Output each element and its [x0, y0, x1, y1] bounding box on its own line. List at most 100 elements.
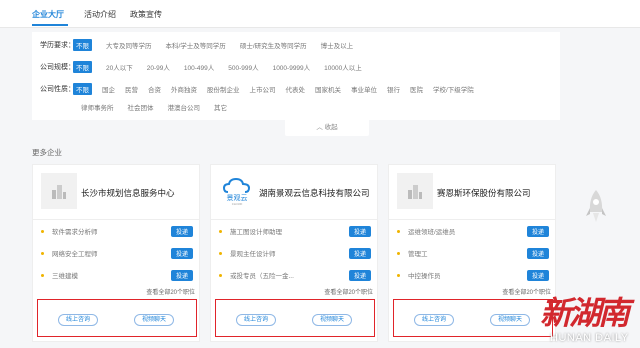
- contact-actions-highlight: 线上咨询 视频聊天: [215, 299, 375, 337]
- contact-actions-highlight: 线上咨询 视频聊天: [393, 299, 553, 337]
- bullet-icon: [397, 273, 400, 277]
- video-chat-button[interactable]: 视频聊天: [490, 314, 531, 326]
- filter-option[interactable]: 不限: [73, 39, 92, 51]
- bullet-icon: [41, 229, 44, 233]
- top-nav: 企业大厅 活动介绍 政策宣传: [0, 0, 640, 28]
- building-icon: [52, 185, 66, 199]
- job-item: 网络安全工程师 投递: [41, 247, 193, 259]
- company-card[interactable]: 赛恩斯环保股份有限公司 运维领班/运维员 投递 管理工 投递 中控操作员 投递 查看全…: [388, 164, 556, 342]
- filter-option[interactable]: 500-999人: [228, 62, 258, 72]
- job-title[interactable]: 三维建模: [52, 270, 171, 280]
- job-item: 景观主任设计师 投递: [219, 247, 371, 259]
- view-all-jobs-link[interactable]: 查看全部20个职位: [324, 287, 373, 296]
- filter-option[interactable]: 100-499人: [184, 62, 214, 72]
- filter-option[interactable]: 1000-9999人: [273, 62, 311, 72]
- filter-option[interactable]: 其它: [214, 102, 227, 112]
- filter-option[interactable]: 合资: [148, 84, 161, 94]
- tab-policy-promo[interactable]: 政策宣传: [130, 9, 162, 20]
- filter-option[interactable]: 民营: [125, 84, 138, 94]
- divider: [389, 219, 555, 220]
- apply-button[interactable]: 投递: [526, 247, 549, 259]
- bullet-icon: [397, 251, 400, 255]
- divider: [211, 219, 377, 220]
- collapse-label: 收起: [324, 124, 338, 131]
- job-title[interactable]: 或投专员（五险一金...: [230, 270, 349, 280]
- job-item: 软件需求分析师 投递: [41, 225, 193, 237]
- chevron-up-icon: ︿: [316, 124, 323, 131]
- filter-option[interactable]: 律师事务所: [81, 102, 114, 112]
- filter-row-education: 学历要求： 不限 大专及同等学历 本科/学士及等同学历 硕士/研究生及等同学历 …: [40, 39, 367, 51]
- filter-option[interactable]: 20-99人: [147, 62, 170, 72]
- company-name[interactable]: 长沙市规划信息服务中心: [81, 187, 199, 199]
- bullet-icon: [397, 229, 400, 233]
- apply-button[interactable]: 投递: [348, 269, 371, 281]
- filter-option[interactable]: 上市公司: [250, 84, 276, 94]
- job-title[interactable]: 软件需求分析师: [52, 226, 171, 236]
- filter-row-nature-cont: 律师事务所 社会团体 港澳台公司 其它: [81, 101, 241, 113]
- company-logo: [397, 173, 433, 209]
- apply-button[interactable]: 投递: [170, 247, 193, 259]
- bullet-icon: [219, 251, 222, 255]
- watermark-en: HUNAN DAILY: [550, 332, 629, 344]
- filter-option[interactable]: 国企: [102, 84, 115, 94]
- filter-option[interactable]: 硕士/研究生及等同学历: [240, 40, 307, 50]
- job-title[interactable]: 景观主任设计师: [230, 248, 349, 258]
- job-title[interactable]: 中控操作员: [408, 270, 527, 280]
- company-name[interactable]: 湖南景观云信息科技有限公司: [259, 187, 377, 199]
- filter-option[interactable]: 博士及以上: [321, 40, 354, 50]
- online-consult-button[interactable]: 线上咨询: [236, 314, 277, 326]
- filter-row-size: 公司规模： 不限 20人以下 20-99人 100-499人 500-999人 …: [40, 61, 376, 73]
- back-to-top-rocket-icon[interactable]: [585, 188, 607, 230]
- job-item: 中控操作员 投递: [397, 269, 549, 281]
- job-item: 施工图设计师助理 投递: [219, 225, 371, 237]
- online-consult-button[interactable]: 线上咨询: [58, 314, 99, 326]
- company-card[interactable]: 景观云 CLOUD 湖南景观云信息科技有限公司 施工图设计师助理 投递 景观主任设…: [210, 164, 378, 342]
- filter-option[interactable]: 医院: [410, 84, 423, 94]
- tab-enterprise-hall[interactable]: 企业大厅: [32, 9, 64, 20]
- filter-option[interactable]: 股份制企业: [207, 84, 240, 94]
- apply-button[interactable]: 投递: [348, 225, 371, 237]
- apply-button[interactable]: 投递: [170, 269, 193, 281]
- filter-option[interactable]: 社会团体: [128, 102, 154, 112]
- filter-option[interactable]: 事业单位: [351, 84, 377, 94]
- online-consult-button[interactable]: 线上咨询: [414, 314, 455, 326]
- company-name[interactable]: 赛恩斯环保股份有限公司: [437, 187, 555, 199]
- active-tab-indicator: [32, 24, 68, 26]
- video-chat-button[interactable]: 视频聊天: [312, 314, 353, 326]
- filter-option[interactable]: 不限: [73, 61, 92, 73]
- job-title[interactable]: 网络安全工程师: [52, 248, 171, 258]
- filter-option[interactable]: 本科/学士及等同学历: [166, 40, 226, 50]
- company-logo: [41, 173, 77, 209]
- filter-option[interactable]: 国家机关: [315, 84, 341, 94]
- job-title[interactable]: 运维领班/运维员: [408, 226, 527, 236]
- apply-button[interactable]: 投递: [526, 269, 549, 281]
- video-chat-button[interactable]: 视频聊天: [134, 314, 175, 326]
- tab-activity-intro[interactable]: 活动介绍: [84, 9, 116, 20]
- filter-option[interactable]: 港澳台公司: [168, 102, 201, 112]
- filter-option[interactable]: 外商独资: [171, 84, 197, 94]
- company-card[interactable]: 长沙市规划信息服务中心 软件需求分析师 投递 网络安全工程师 投递 三维建模 投递 查…: [32, 164, 200, 342]
- filter-option[interactable]: 不限: [73, 83, 92, 95]
- job-item: 管理工 投递: [397, 247, 549, 259]
- view-all-jobs-link[interactable]: 查看全部20个职位: [146, 287, 195, 296]
- bullet-icon: [41, 251, 44, 255]
- filter-option[interactable]: 银行: [387, 84, 400, 94]
- filter-row-nature: 公司性质： 不限 国企 民营 合资 外商独资 股份制企业 上市公司 代表处 国家…: [40, 83, 474, 95]
- filter-option[interactable]: 大专及同等学历: [106, 40, 152, 50]
- building-icon: [408, 185, 422, 199]
- company-logo: 景观云 CLOUD: [219, 173, 255, 209]
- filter-option[interactable]: 代表处: [286, 84, 306, 94]
- apply-button[interactable]: 投递: [526, 225, 549, 237]
- filter-option[interactable]: 学校/下级学院: [433, 84, 474, 94]
- contact-actions-highlight: 线上咨询 视频聊天: [37, 299, 197, 337]
- collapse-toggle[interactable]: ︿ 收起: [285, 120, 369, 136]
- apply-button[interactable]: 投递: [170, 225, 193, 237]
- filter-option[interactable]: 10000人以上: [324, 62, 362, 72]
- filter-option[interactable]: 20人以下: [106, 62, 133, 72]
- cloud-logo-icon: 景观云 CLOUD: [222, 177, 251, 206]
- apply-button[interactable]: 投递: [348, 247, 371, 259]
- job-title[interactable]: 施工图设计师助理: [230, 226, 349, 236]
- job-title[interactable]: 管理工: [408, 248, 527, 258]
- divider: [33, 219, 199, 220]
- job-item: 运维领班/运维员 投递: [397, 225, 549, 237]
